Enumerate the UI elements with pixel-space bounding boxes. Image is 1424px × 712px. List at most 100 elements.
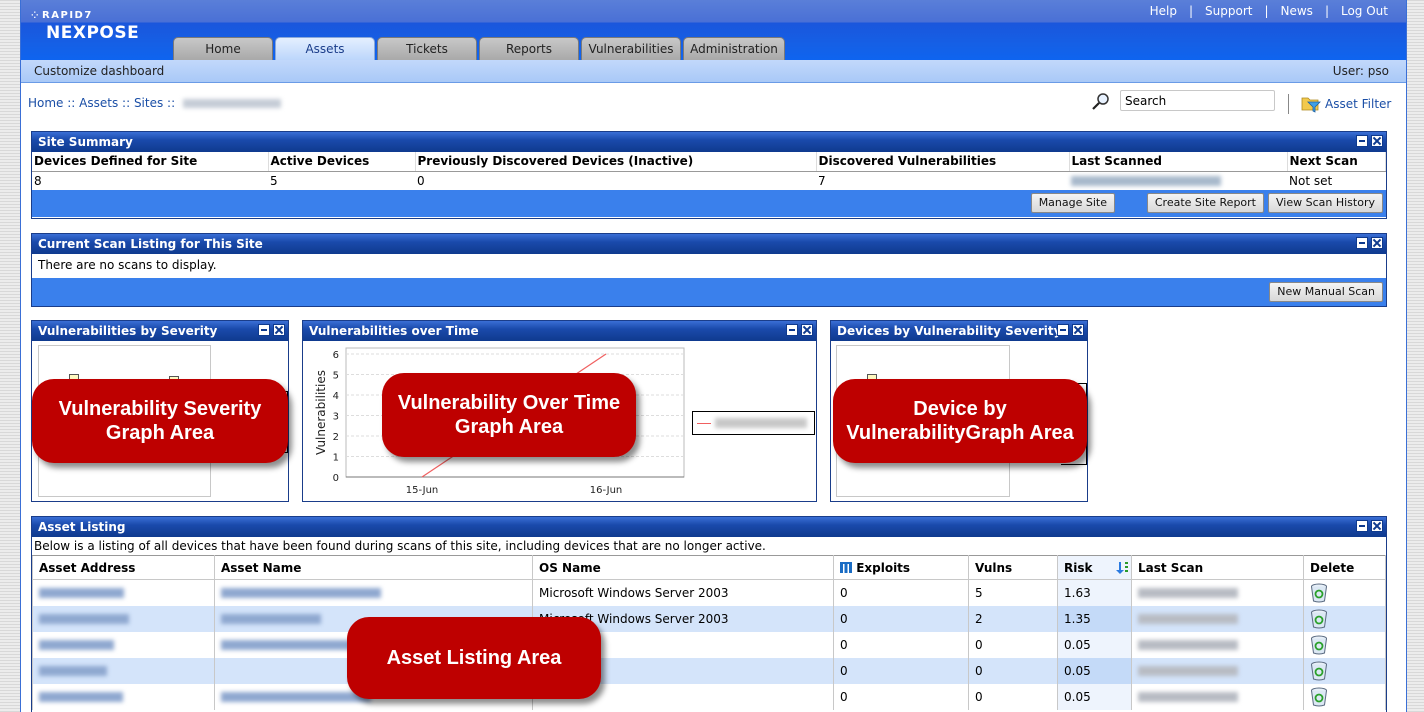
column-header-last-scan[interactable]: Last Scan [1131,555,1304,580]
recycle-bin-icon[interactable] [1310,609,1328,629]
exploits-cell: 0 [833,683,969,710]
tab-reports[interactable]: Reports [479,37,579,60]
table-row[interactable]: Microsoft Windows Server 2003 0 2 1.35 [32,605,1386,632]
redacted-text [39,640,114,650]
asset-address-redacted[interactable] [32,657,215,684]
column-header-vulns[interactable]: Vulns [968,555,1058,580]
delete-cell[interactable] [1303,631,1386,658]
main-tabs: Home Assets Tickets Reports Vulnerabilit… [173,37,785,60]
search-input[interactable] [1120,90,1275,111]
x-tick-label: 16-Jun [590,485,623,496]
table-row[interactable]: 0 0 0.05 [32,631,1386,658]
asset-address-redacted[interactable] [32,683,215,710]
asset-name-redacted[interactable] [214,579,533,606]
breadcrumb-sites[interactable]: Sites [134,96,163,110]
redacted-text [39,692,123,702]
redacted-text [39,666,107,676]
minimize-icon[interactable] [1356,135,1368,147]
asset-filter-button[interactable]: Asset Filter [1301,95,1391,113]
tab-tickets[interactable]: Tickets [377,37,477,60]
last-scan-redacted [1131,605,1304,632]
tab-home[interactable]: Home [173,37,273,60]
customize-dashboard-link[interactable]: Customize dashboard [34,60,164,82]
last-scan-redacted [1131,657,1304,684]
redacted-text [221,614,321,624]
breadcrumb-assets[interactable]: Assets [79,96,118,110]
delete-cell[interactable] [1303,657,1386,684]
window-controls [1057,324,1084,336]
column-header-exploits[interactable]: Exploits [833,555,969,580]
next-scan-value: Not set [1289,173,1333,188]
minimize-icon[interactable] [1057,324,1069,336]
search-icon[interactable] [1091,92,1111,110]
view-scan-history-button[interactable]: View Scan History [1268,193,1383,213]
asset-table: Asset Address Asset Name OS Name Exploit… [32,555,1386,710]
breadcrumb-home[interactable]: Home [28,96,63,110]
column-header: Devices Defined for Site [32,152,269,172]
column-header-label: Risk [1064,560,1093,575]
close-icon[interactable] [1371,237,1383,249]
x-tick-label: 15-Jun [406,485,439,496]
tab-administration[interactable]: Administration [683,37,785,60]
create-site-report-button[interactable]: Create Site Report [1146,193,1264,213]
sort-descending-icon[interactable] [1115,561,1129,575]
column-header: Previously Discovered Devices (Inactive) [415,152,817,172]
minimize-icon[interactable] [258,324,270,336]
risk-cell: 1.63 [1057,579,1132,606]
column-header-asset-name[interactable]: Asset Name [214,555,533,580]
close-icon[interactable] [273,324,285,336]
recycle-bin-icon[interactable] [1310,661,1328,681]
help-link[interactable]: Help [1150,4,1177,18]
vulns-cell: 0 [968,631,1058,658]
exploits-cell: 0 [833,605,969,632]
exploit-metasploit-icon [840,561,852,573]
last-scan-redacted [1131,631,1304,658]
widget-title: Devices by Vulnerability Severity [831,321,1087,341]
support-link[interactable]: Support [1205,4,1252,18]
column-header-risk[interactable]: Risk [1057,555,1132,580]
inactive-devices-value: 0 [417,173,425,188]
vulns-over-time-widget: Vulnerabilities over Time 0 1 2 3 4 5 6 15-Jun 1… [302,320,817,502]
vulns-by-severity-widget: Vulnerabilities by Severity Vulnerabilit… [31,320,289,502]
news-link[interactable]: News [1281,4,1313,18]
close-icon[interactable] [1371,135,1383,147]
asset-address-redacted[interactable] [32,579,215,606]
recycle-bin-icon[interactable] [1310,583,1328,603]
column-header-asset-address[interactable]: Asset Address [32,555,215,580]
active-devices-value: 5 [270,173,278,188]
recycle-bin-icon[interactable] [1310,687,1328,707]
manage-site-button[interactable]: Manage Site [1030,193,1115,213]
breadcrumb: Home :: Assets :: Sites :: [28,96,281,110]
filter-folder-icon [1301,97,1321,113]
window-controls [786,324,813,336]
legend-label-redacted [715,418,807,428]
close-icon[interactable] [1072,324,1084,336]
asset-address-redacted[interactable] [32,631,215,658]
tab-assets[interactable]: Assets [275,37,375,60]
asset-listing-panel: Asset Listing Below is a listing of all … [31,516,1387,712]
recycle-bin-icon[interactable] [1310,635,1328,655]
delete-cell[interactable] [1303,683,1386,710]
table-row[interactable]: 0 0 0.05 [32,683,1386,710]
minimize-icon[interactable] [1356,520,1368,532]
asset-listing-description: Below is a listing of all devices that h… [34,539,766,553]
tab-vulnerabilities[interactable]: Vulnerabilities [581,37,681,60]
logout-link[interactable]: Log Out [1341,4,1388,18]
close-icon[interactable] [1371,520,1383,532]
divider [1288,94,1289,114]
column-header-os-name[interactable]: OS Name [532,555,834,580]
breadcrumb-separator: :: [63,96,80,110]
minimize-icon[interactable] [786,324,798,336]
delete-cell[interactable] [1303,605,1386,632]
site-summary-table: Devices Defined for Site Active Devices … [32,152,1386,190]
site-summary-title: Site Summary [32,132,1386,152]
window-controls [1356,237,1383,249]
delete-cell[interactable] [1303,579,1386,606]
asset-address-redacted[interactable] [32,605,215,632]
minimize-icon[interactable] [1356,237,1368,249]
new-manual-scan-button[interactable]: New Manual Scan [1269,282,1383,302]
table-row[interactable]: Microsoft Windows Server 2003 0 5 1.63 [32,579,1386,606]
close-icon[interactable] [801,324,813,336]
table-row[interactable]: 0 0 0.05 [32,657,1386,684]
column-header-delete: Delete [1303,555,1386,580]
